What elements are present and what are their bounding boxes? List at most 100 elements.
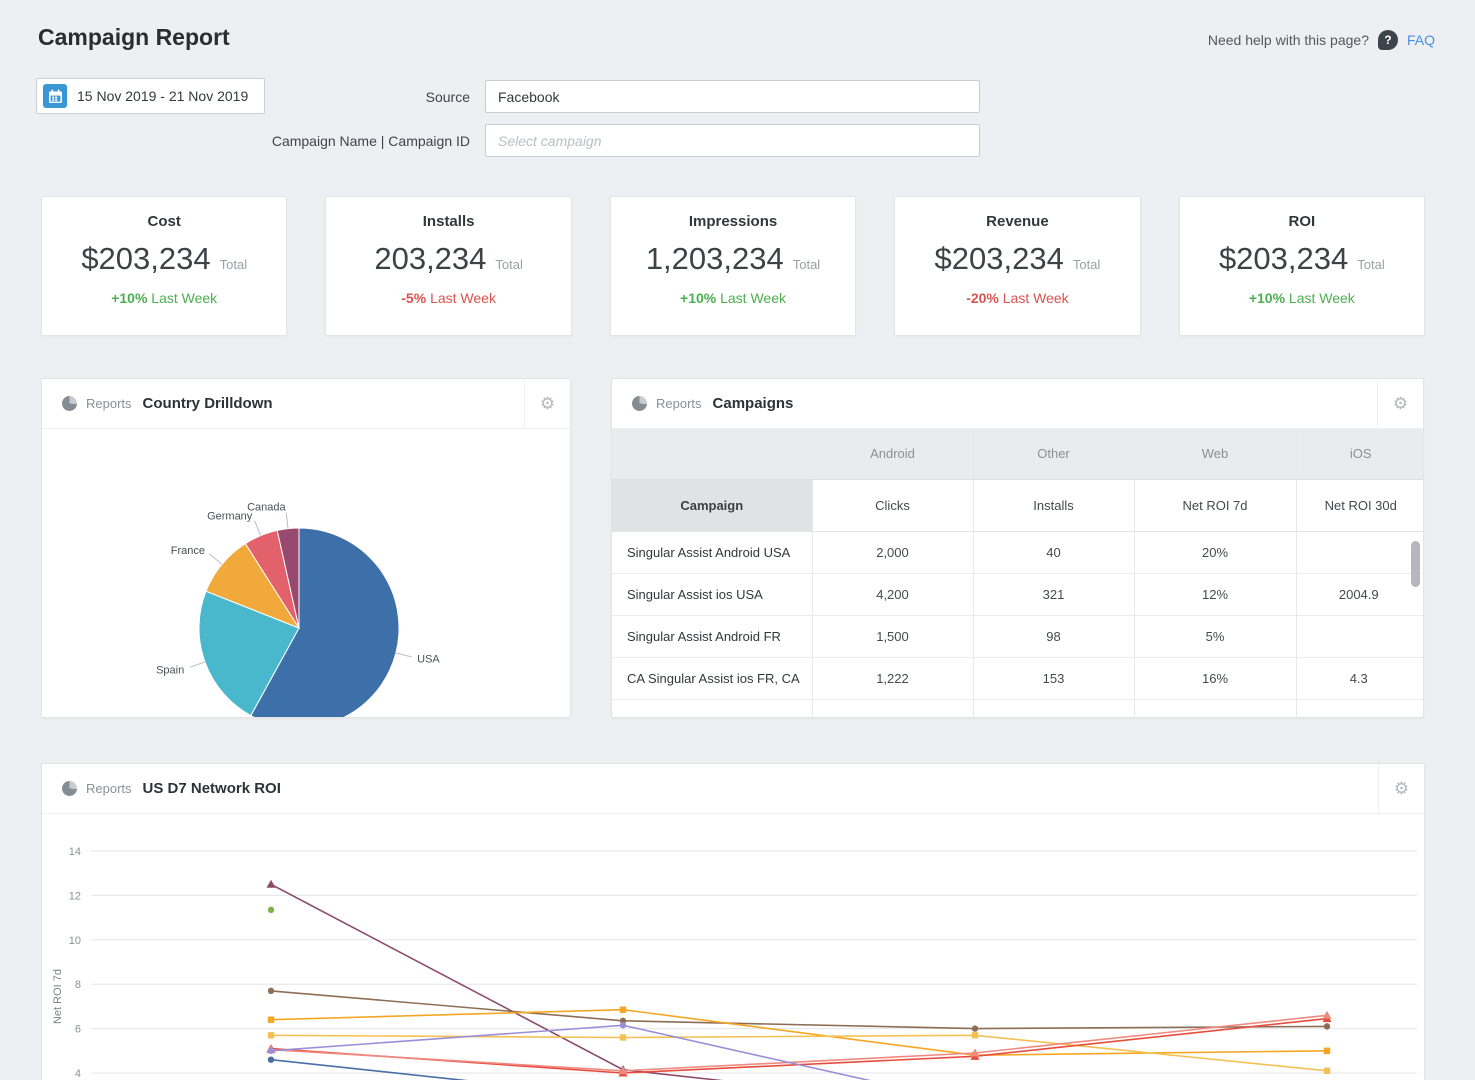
date-range-picker[interactable]: 15 Nov 2019 - 21 Nov 2019 (36, 78, 266, 114)
y-tick-label: 8 (75, 979, 81, 991)
country-pie-chart: USA Spain France GermanyCanada (156, 502, 440, 717)
kpi-card-impressions: Impressions 1,203,234 Total +10% Last Week (609, 196, 857, 336)
panel-title: Campaigns (712, 395, 794, 412)
gear-icon[interactable]: ⚙ (524, 379, 570, 429)
kpi-card-cost: Cost $203,234 Total +10% Last Week (41, 196, 288, 336)
date-range-value: 15 Nov 2019 - 21 Nov 2019 (77, 88, 249, 104)
source-label: Source (425, 88, 470, 105)
country-drilldown-panel: Reports Country Drilldown ⚙ USA Spain Fran… (41, 378, 571, 718)
column-header-installs: Installs (972, 479, 1134, 532)
table-row (612, 699, 1423, 717)
source-filter-row: Source (255, 80, 980, 113)
filter-bar: 15 Nov 2019 - 21 Nov 2019 Source Campaig… (36, 78, 1435, 170)
gear-icon[interactable]: ⚙ (1378, 764, 1424, 814)
kpi-value: $203,234 (1218, 241, 1349, 276)
table-scrollbar-thumb[interactable] (1411, 541, 1420, 587)
campaign-select-input[interactable] (485, 124, 980, 157)
help-area: Need help with this page? ? FAQ (1208, 30, 1435, 50)
kpi-delta: +10% Last Week (1248, 290, 1355, 306)
reports-pie-icon (62, 781, 77, 796)
blue-line (270, 1058, 469, 1080)
salmon-line (270, 1014, 1328, 1072)
cell-installs (972, 699, 1134, 717)
pie-label-france: France (171, 545, 205, 557)
y-tick-label: 14 (69, 846, 81, 858)
top-bar: Campaign Report Need help with this page… (0, 0, 1475, 51)
kpi-total-label: Total (1357, 257, 1385, 272)
cell-net-roi-7d: 16% (1133, 657, 1296, 700)
plum-line (270, 883, 724, 1080)
cell-clicks: 4,200 (811, 573, 973, 616)
campaign-filter-row: Campaign Name | Campaign ID (255, 124, 980, 157)
reports-label: Reports (86, 396, 132, 411)
help-bubble-icon[interactable]: ? (1377, 30, 1398, 50)
orange-line-marker (619, 1006, 627, 1013)
cell-clicks: 1,222 (811, 657, 973, 700)
cell-clicks: 2,000 (811, 531, 973, 574)
column-header-net-roi-7d: Net ROI 7d (1133, 479, 1296, 532)
panel-title: Country Drilldown (142, 395, 273, 412)
campaign-filter-label: Campaign Name | Campaign ID (271, 132, 470, 149)
campaigns-table-wrap: Android Other Web iOS Campaign Clicks Installs… (612, 429, 1423, 717)
violet-line-marker (619, 1022, 627, 1029)
kpi-value: 203,234 (374, 241, 487, 276)
group-header-web: Web (1133, 429, 1296, 480)
reports-label: Reports (86, 781, 132, 796)
kpi-total-label: Total (792, 257, 821, 272)
cell-installs: 98 (972, 615, 1134, 658)
cell-campaign (612, 699, 812, 717)
page-title: Campaign Report (38, 24, 230, 50)
cell-net-roi-7d: 5% (1133, 615, 1296, 658)
cell-campaign: Singular Assist Android FR (612, 615, 812, 658)
reports-pie-icon (62, 396, 77, 411)
panel-header: Reports Campaigns ⚙ (612, 379, 1423, 429)
table-row: CA Singular Assist ios FR, CA 1,222 153 16%… (612, 657, 1423, 700)
cell-clicks (811, 699, 973, 717)
kpi-card-row: Cost $203,234 Total +10% Last Week Installs 2… (41, 196, 1426, 336)
cell-campaign: CA Singular Assist ios FR, CA (612, 657, 812, 700)
panel-header: Reports US D7 Network ROI ⚙ (42, 764, 1424, 814)
brown-line-marker (971, 1025, 979, 1032)
table-row: Singular Assist ios USA 4,200 321 12% 2004.9 (612, 573, 1423, 616)
kpi-value: 1,203,234 (645, 241, 784, 276)
pie-label-germany: Germany (207, 510, 253, 522)
group-header-android: Android (811, 429, 973, 480)
faq-link[interactable]: FAQ (1407, 32, 1435, 48)
kpi-delta: -20% Last Week (966, 290, 1069, 306)
violet-line-marker (267, 1047, 275, 1054)
group-header-ios: iOS (1295, 429, 1423, 480)
source-input[interactable] (485, 80, 980, 113)
kpi-title: ROI (1288, 213, 1316, 230)
us-d7-network-roi-panel: Reports US D7 Network ROI ⚙ Net ROI 7d 1… (41, 763, 1425, 1080)
y-tick-label: 6 (75, 1024, 81, 1036)
column-header-campaign: Campaign (612, 479, 812, 532)
column-header-clicks: Clicks (811, 479, 973, 532)
amber-line-marker (619, 1034, 627, 1041)
group-header-blank (612, 429, 812, 480)
y-tick-label: 10 (69, 935, 81, 947)
group-header-other: Other (972, 429, 1134, 480)
campaigns-panel: Reports Campaigns ⚙ Android Other Web iOS Ca… (611, 378, 1424, 718)
orange-line-marker (1323, 1047, 1331, 1054)
network-roi-line-chart: 14 12 10 8 6 4 (69, 846, 1417, 1080)
y-tick-label: 4 (75, 1068, 81, 1080)
gear-icon[interactable]: ⚙ (1377, 379, 1423, 429)
cell-net-roi-30d: 4.3 (1295, 657, 1423, 700)
kpi-total-label: Total (1072, 257, 1101, 272)
kpi-total-label: Total (219, 257, 248, 272)
cell-campaign: Singular Assist Android USA (612, 531, 812, 574)
brown-line (270, 990, 1328, 1030)
reports-pie-icon (632, 396, 647, 411)
help-text: Need help with this page? (1207, 32, 1369, 48)
pie-label-canada: Canada (247, 502, 286, 514)
cell-net-roi-30d (1295, 699, 1423, 717)
cell-net-roi-30d: 2004.9 (1295, 573, 1423, 616)
cell-net-roi-7d: 12% (1133, 573, 1296, 616)
cell-net-roi-30d (1295, 615, 1423, 658)
kpi-title: Installs (422, 213, 475, 230)
kpi-title: Cost (147, 213, 181, 230)
kpi-title: Impressions (688, 213, 778, 230)
column-header-net-roi-30d: Net ROI 30d (1295, 479, 1423, 532)
cell-net-roi-7d (1133, 699, 1296, 717)
cell-net-roi-30d (1295, 531, 1423, 574)
